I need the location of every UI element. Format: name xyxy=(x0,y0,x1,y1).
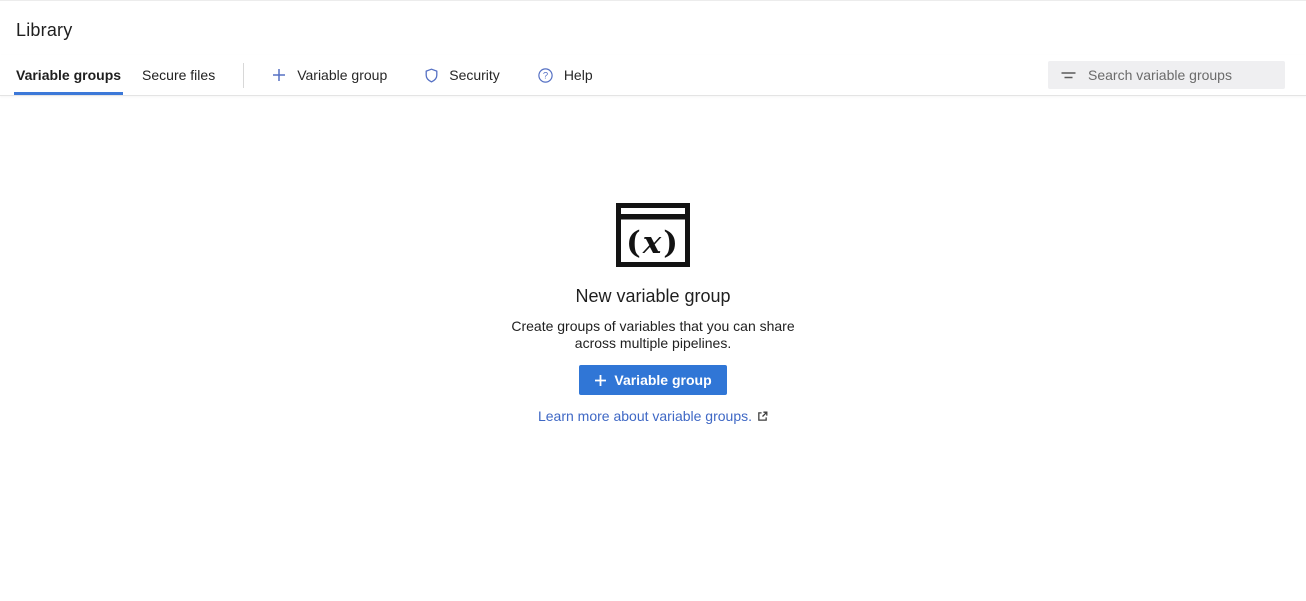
search-box[interactable] xyxy=(1048,61,1285,89)
new-variable-group-command[interactable]: Variable group xyxy=(272,67,387,83)
search-input[interactable] xyxy=(1088,67,1277,83)
empty-state-description: Create groups of variables that you can … xyxy=(499,318,807,352)
tab-secure-files-label: Secure files xyxy=(142,67,215,83)
tab-variable-groups[interactable]: Variable groups xyxy=(16,55,121,95)
new-variable-group-command-label: Variable group xyxy=(297,67,387,83)
plus-icon xyxy=(272,68,286,82)
empty-state: (x) New variable group Create groups of … xyxy=(0,203,1306,424)
tab-bar: Variable groups Secure files Variable gr… xyxy=(0,55,1306,96)
svg-text:?: ? xyxy=(543,70,548,81)
variable-group-window-icon: (x) xyxy=(616,203,690,267)
learn-more-link[interactable]: Learn more about variable groups. xyxy=(538,408,768,424)
tab-variable-groups-label: Variable groups xyxy=(16,67,121,83)
variable-group-button[interactable]: Variable group xyxy=(579,365,726,395)
learn-more-link-label: Learn more about variable groups. xyxy=(538,408,752,424)
toolbar-divider xyxy=(243,63,244,88)
help-command-label: Help xyxy=(564,67,593,83)
page-title: Library xyxy=(16,20,1306,41)
security-command[interactable]: Security xyxy=(425,67,500,83)
filter-icon xyxy=(1061,70,1076,81)
page-header: Library xyxy=(0,1,1306,41)
plus-icon xyxy=(594,374,607,387)
help-command[interactable]: ? Help xyxy=(538,67,593,83)
empty-state-title: New variable group xyxy=(575,286,730,307)
security-command-label: Security xyxy=(449,67,500,83)
svg-text:(x): (x) xyxy=(626,225,680,261)
help-icon: ? xyxy=(538,68,553,83)
shield-icon xyxy=(425,68,438,83)
variable-group-button-label: Variable group xyxy=(614,372,711,388)
library-page: Library Variable groups Secure files Var… xyxy=(0,0,1306,601)
external-link-icon xyxy=(757,411,768,422)
tab-secure-files[interactable]: Secure files xyxy=(142,55,215,95)
